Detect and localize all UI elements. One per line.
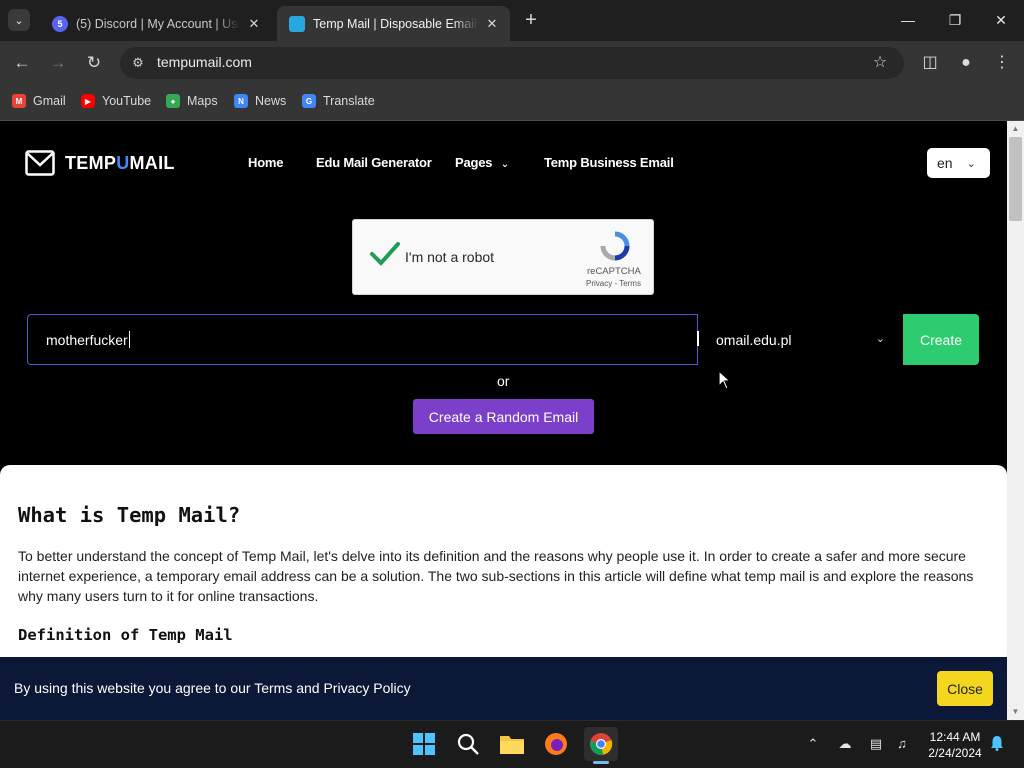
article-subheading: Definition of Temp Mail	[18, 626, 233, 644]
or-separator: or	[497, 373, 510, 389]
cookie-text: By using this website you agree to our T…	[14, 680, 411, 696]
recaptcha-widget: I'm not a robot reCAPTCHA Privacy - Term…	[352, 219, 654, 295]
bookmark-label: Gmail	[33, 94, 66, 108]
nav-temp-business-email[interactable]: Temp Business Email	[544, 155, 674, 170]
logo-text-temp: TEMP	[65, 152, 117, 173]
domain-select[interactable]: omail.edu.pl ⌄	[699, 314, 903, 365]
taskbar-chrome[interactable]	[584, 727, 618, 761]
username-input[interactable]: motherfucker	[27, 314, 698, 365]
translate-icon: G	[302, 94, 316, 108]
windows-logo-icon	[413, 733, 435, 755]
chevron-down-icon: ⌄	[500, 159, 509, 170]
site-logo[interactable]: TEMP U MAIL	[25, 150, 175, 176]
envelope-icon	[25, 150, 55, 176]
url-text[interactable]: tempumail.com	[157, 54, 252, 70]
active-app-indicator	[593, 761, 609, 764]
tab-close-icon[interactable]: ✕	[484, 16, 500, 32]
chevron-down-icon: ⌄	[966, 157, 976, 170]
recaptcha-label: I'm not a robot	[405, 249, 495, 265]
create-button[interactable]: Create	[903, 314, 979, 365]
search-icon	[457, 733, 479, 755]
logo-text-u: U	[116, 152, 130, 173]
cookie-close-button[interactable]: Close	[937, 671, 993, 706]
bookmark-star-icon[interactable]: ☆	[868, 52, 892, 74]
tab-search-button[interactable]: ⌄	[8, 9, 30, 31]
start-button[interactable]	[407, 727, 441, 761]
reload-button[interactable]: ↻	[82, 51, 106, 75]
tray-overflow-icon[interactable]: ⌃	[803, 735, 823, 753]
restore-button[interactable]: ❐	[940, 8, 970, 32]
nav-pages-label: Pages	[455, 155, 493, 170]
youtube-icon: ▶	[81, 94, 95, 108]
scrollbar-thumb[interactable]	[1009, 137, 1022, 221]
chevron-down-icon: ⌄	[875, 333, 885, 345]
forward-button[interactable]: →	[46, 51, 70, 75]
news-icon: N	[234, 94, 248, 108]
chevron-down-icon: ⌄	[14, 14, 24, 27]
logo-text-mail: MAIL	[129, 152, 175, 173]
taskbar-firefox[interactable]	[539, 727, 573, 761]
tab-tempmail[interactable]: Temp Mail | Disposable Email Address ✕	[277, 6, 510, 41]
article-heading: What is Temp Mail?	[18, 503, 241, 527]
create-random-email-button[interactable]: Create a Random Email	[413, 399, 594, 434]
close-window-button[interactable]: ✕	[986, 8, 1016, 32]
text-caret	[128, 331, 130, 348]
folder-icon	[500, 736, 524, 754]
bookmark-gmail[interactable]: M Gmail	[12, 92, 66, 110]
recaptcha-links[interactable]: Privacy - Terms	[586, 279, 641, 288]
bookmark-label: YouTube	[102, 94, 152, 108]
chrome-icon	[590, 733, 613, 755]
back-button[interactable]: ←	[10, 51, 34, 75]
bookmark-label: News	[255, 94, 287, 108]
new-tab-button[interactable]: +	[520, 9, 542, 31]
maps-icon: ●	[166, 94, 180, 108]
scroll-up-icon[interactable]: ▲	[1008, 122, 1023, 136]
minimize-button[interactable]: —	[893, 8, 923, 32]
tab-discord[interactable]: 5 (5) Discord | My Account | User Settin…	[40, 6, 272, 41]
profile-icon[interactable]: ●	[954, 52, 978, 74]
tab-title: (5) Discord | My Account | User Settings	[76, 16, 240, 31]
taskbar-clock[interactable]: 12:44 AM 2/24/2024	[920, 729, 990, 761]
article-paragraph: To better understand the concept of Temp…	[18, 548, 974, 604]
nav-edu-mail-generator[interactable]: Edu Mail Generator	[316, 155, 432, 170]
network-icon[interactable]: ▤	[866, 735, 886, 753]
notification-bell-icon[interactable]	[987, 735, 1007, 753]
nav-home[interactable]: Home	[248, 155, 284, 170]
bookmarks-bar	[0, 85, 1024, 121]
taskbar-file-explorer[interactable]	[495, 727, 529, 761]
scroll-down-icon[interactable]: ▼	[1008, 705, 1023, 719]
bookmark-translate[interactable]: G Translate	[302, 92, 375, 110]
clock-time: 12:44 AM	[929, 730, 981, 744]
side-panel-icon[interactable]: ◫	[918, 52, 942, 74]
username-value: motherfucker	[46, 331, 128, 348]
bookmark-news[interactable]: N News	[234, 92, 286, 110]
clock-date: 2/24/2024	[928, 746, 982, 760]
tab-title: Temp Mail | Disposable Email Address	[313, 16, 478, 31]
domain-value: omail.edu.pl	[716, 331, 792, 348]
gmail-icon: M	[12, 94, 26, 108]
site-info-icon[interactable]: ⚙	[128, 53, 148, 73]
bookmark-youtube[interactable]: ▶ YouTube	[81, 92, 151, 110]
taskbar-search-button[interactable]	[451, 727, 485, 761]
firefox-icon	[545, 733, 567, 755]
recaptcha-checkbox[interactable]	[369, 240, 401, 268]
volume-icon[interactable]: ♫	[892, 735, 912, 753]
tab-close-icon[interactable]: ✕	[246, 16, 262, 32]
nav-pages[interactable]: Pages ⌄	[455, 155, 509, 170]
mouse-cursor-icon	[718, 370, 732, 390]
language-value: en	[937, 155, 953, 171]
bookmark-maps[interactable]: ● Maps	[166, 92, 218, 110]
bookmark-label: Maps	[187, 94, 218, 108]
language-select[interactable]: en ⌄	[927, 148, 990, 178]
recaptcha-logo-icon	[600, 231, 630, 261]
onedrive-icon[interactable]: ☁	[835, 735, 855, 753]
discord-icon: 5	[52, 15, 68, 32]
bookmark-label: Translate	[323, 94, 375, 108]
recaptcha-brand: reCAPTCHA	[587, 266, 641, 277]
tempmail-icon	[289, 15, 305, 32]
menu-icon[interactable]: ⋮	[990, 52, 1014, 74]
